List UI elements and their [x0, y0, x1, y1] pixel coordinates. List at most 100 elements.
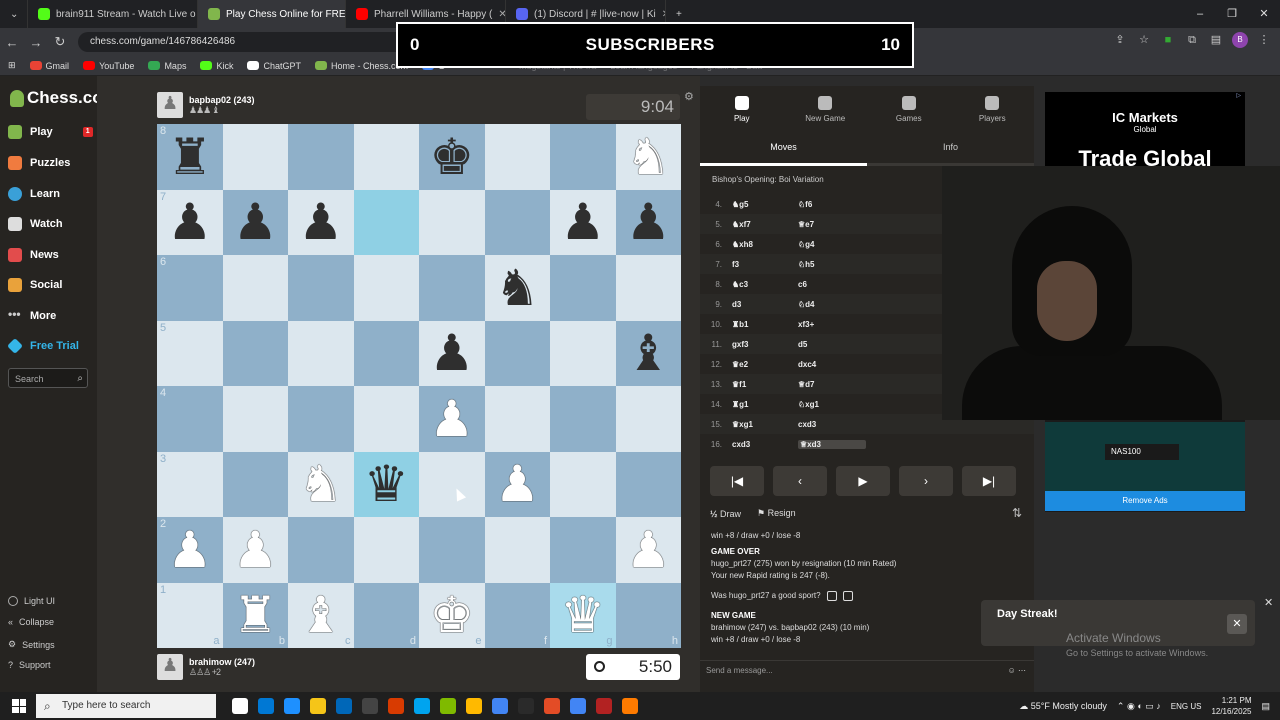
- square-c8[interactable]: [288, 124, 354, 190]
- square-a4[interactable]: 4: [157, 386, 223, 452]
- taskbar-app-icon[interactable]: [388, 698, 404, 714]
- square-b2[interactable]: ♟: [222, 517, 288, 583]
- profile-icon[interactable]: B: [1232, 32, 1248, 48]
- resign-button[interactable]: ⚑ Resign: [757, 508, 796, 519]
- square-b1[interactable]: b ♜: [222, 582, 288, 648]
- tab-players[interactable]: Players: [951, 86, 1035, 132]
- square-e8[interactable]: ♚: [419, 124, 485, 190]
- black-move[interactable]: ♕xd3: [798, 439, 866, 449]
- black-move[interactable]: xf3+: [798, 320, 864, 329]
- white-knight-icon[interactable]: ♞: [298, 459, 343, 509]
- black-move[interactable]: ♘h5: [798, 260, 864, 269]
- taskbar-app-icon[interactable]: [492, 698, 508, 714]
- white-move[interactable]: ♞xf7: [732, 220, 798, 229]
- square-d5[interactable]: [353, 320, 419, 386]
- sidebar-item-news[interactable]: News: [8, 245, 59, 265]
- bookmark-chess-home[interactable]: Home - Chess.com: [314, 61, 408, 71]
- white-move[interactable]: ♜g1: [732, 400, 798, 409]
- sidebar-item-free-trial[interactable]: Free Trial: [7, 336, 79, 356]
- sidebar-light-ui[interactable]: Light UI: [8, 596, 55, 606]
- white-queen-icon[interactable]: ♛: [560, 590, 605, 640]
- taskbar-app-icon[interactable]: [336, 698, 352, 714]
- square-b3[interactable]: [222, 451, 288, 517]
- black-bishop-icon[interactable]: ♝: [626, 328, 671, 378]
- square-a5[interactable]: 5: [157, 320, 223, 386]
- tab-games[interactable]: Games: [867, 86, 951, 132]
- taskbar-app-icon[interactable]: [232, 698, 248, 714]
- square-f4[interactable]: [484, 386, 550, 452]
- avatar[interactable]: [157, 654, 183, 680]
- square-e5[interactable]: ♟: [419, 320, 485, 386]
- white-move[interactable]: f3: [732, 260, 798, 269]
- opening-name[interactable]: Bishop's Opening: Boi Variation: [712, 175, 824, 184]
- forward-icon[interactable]: →: [24, 35, 48, 50]
- black-move[interactable]: cxd3: [798, 420, 864, 429]
- white-pawn-icon[interactable]: ♟: [626, 525, 671, 575]
- bookmark-maps[interactable]: Maps: [148, 61, 186, 71]
- square-d7[interactable]: [353, 189, 419, 255]
- bookmark-kick[interactable]: Kick: [200, 61, 233, 71]
- square-b8[interactable]: [222, 124, 288, 190]
- square-c7[interactable]: ♟: [288, 189, 354, 255]
- black-move[interactable]: dxc4: [798, 360, 864, 369]
- white-king-icon[interactable]: ♚: [429, 590, 474, 640]
- black-move[interactable]: c6: [798, 280, 864, 289]
- taskbar-app-icon[interactable]: [518, 698, 534, 714]
- minimize-icon[interactable]: –: [1184, 0, 1216, 28]
- subtab-info[interactable]: Info: [867, 132, 1034, 166]
- square-f6[interactable]: ♞: [484, 255, 550, 321]
- white-pawn-icon[interactable]: ♟: [495, 459, 540, 509]
- square-a2[interactable]: 2 ♟: [157, 517, 223, 583]
- taskbar-app-icon[interactable]: [362, 698, 378, 714]
- sidebar-item-more[interactable]: ••• More: [8, 306, 56, 326]
- white-move[interactable]: ♜b1: [732, 320, 798, 329]
- black-pawn-icon[interactable]: ♟: [429, 328, 474, 378]
- square-d6[interactable]: [353, 255, 419, 321]
- remove-ads-button[interactable]: Remove Ads: [1045, 491, 1245, 511]
- bookmark-gmail[interactable]: Gmail: [29, 61, 69, 71]
- reload-icon[interactable]: ↻: [48, 34, 72, 50]
- black-move[interactable]: ♘xg1: [798, 400, 864, 409]
- sidebar-support[interactable]: ? Support: [8, 660, 51, 670]
- language-indicator[interactable]: ENG US: [1171, 701, 1202, 712]
- bookmark-star-icon[interactable]: ☆: [1136, 32, 1152, 48]
- square-f5[interactable]: [484, 320, 550, 386]
- black-move[interactable]: ♕e7: [798, 220, 864, 229]
- square-e6[interactable]: [419, 255, 485, 321]
- sidebar-item-play[interactable]: Play 1: [8, 122, 93, 142]
- tab-new-game[interactable]: New Game: [784, 86, 868, 132]
- chat-message-input[interactable]: Send a message... ☺ ⋯: [700, 660, 1034, 680]
- bookmark-chatgpt[interactable]: ChatGPT: [247, 61, 301, 71]
- square-a8[interactable]: 8 ♜: [157, 124, 223, 190]
- square-c1[interactable]: c ♝: [288, 582, 354, 648]
- sidebar-item-social[interactable]: Social: [8, 275, 62, 295]
- play-moves-button[interactable]: ▶: [836, 466, 890, 496]
- apps-icon[interactable]: ⊞: [8, 60, 16, 71]
- square-f1[interactable]: f: [484, 582, 550, 648]
- taskbar-app-icon[interactable]: [258, 698, 274, 714]
- square-f2[interactable]: [484, 517, 550, 583]
- square-d2[interactable]: [353, 517, 419, 583]
- black-pawn-icon[interactable]: ♟: [167, 197, 212, 247]
- black-move[interactable]: ♘d4: [798, 300, 864, 309]
- thumbs-up-icon[interactable]: [826, 590, 837, 601]
- square-h2[interactable]: ♟: [615, 517, 681, 583]
- taskbar-app-icon[interactable]: [544, 698, 560, 714]
- install-icon[interactable]: ⇪: [1112, 32, 1128, 48]
- taskbar-app-icon[interactable]: [440, 698, 456, 714]
- draw-button[interactable]: ½ Draw: [710, 509, 741, 519]
- square-d1[interactable]: d: [353, 582, 419, 648]
- square-c6[interactable]: [288, 255, 354, 321]
- black-pawn-icon[interactable]: ♟: [298, 197, 343, 247]
- square-d4[interactable]: [353, 386, 419, 452]
- url-field[interactable]: chess.com/game/146786426486: [78, 32, 418, 52]
- avatar[interactable]: [157, 92, 183, 118]
- taskbar-app-icon[interactable]: [414, 698, 430, 714]
- white-move[interactable]: gxf3: [732, 340, 798, 349]
- bottom-player-name[interactable]: brahimow (247): [189, 657, 255, 667]
- white-knight-icon[interactable]: ♞: [626, 132, 671, 182]
- square-h6[interactable]: [615, 255, 681, 321]
- sidebar-item-puzzles[interactable]: Puzzles: [8, 153, 70, 173]
- black-pawn-icon[interactable]: ♟: [626, 197, 671, 247]
- black-king-icon[interactable]: ♚: [429, 132, 474, 182]
